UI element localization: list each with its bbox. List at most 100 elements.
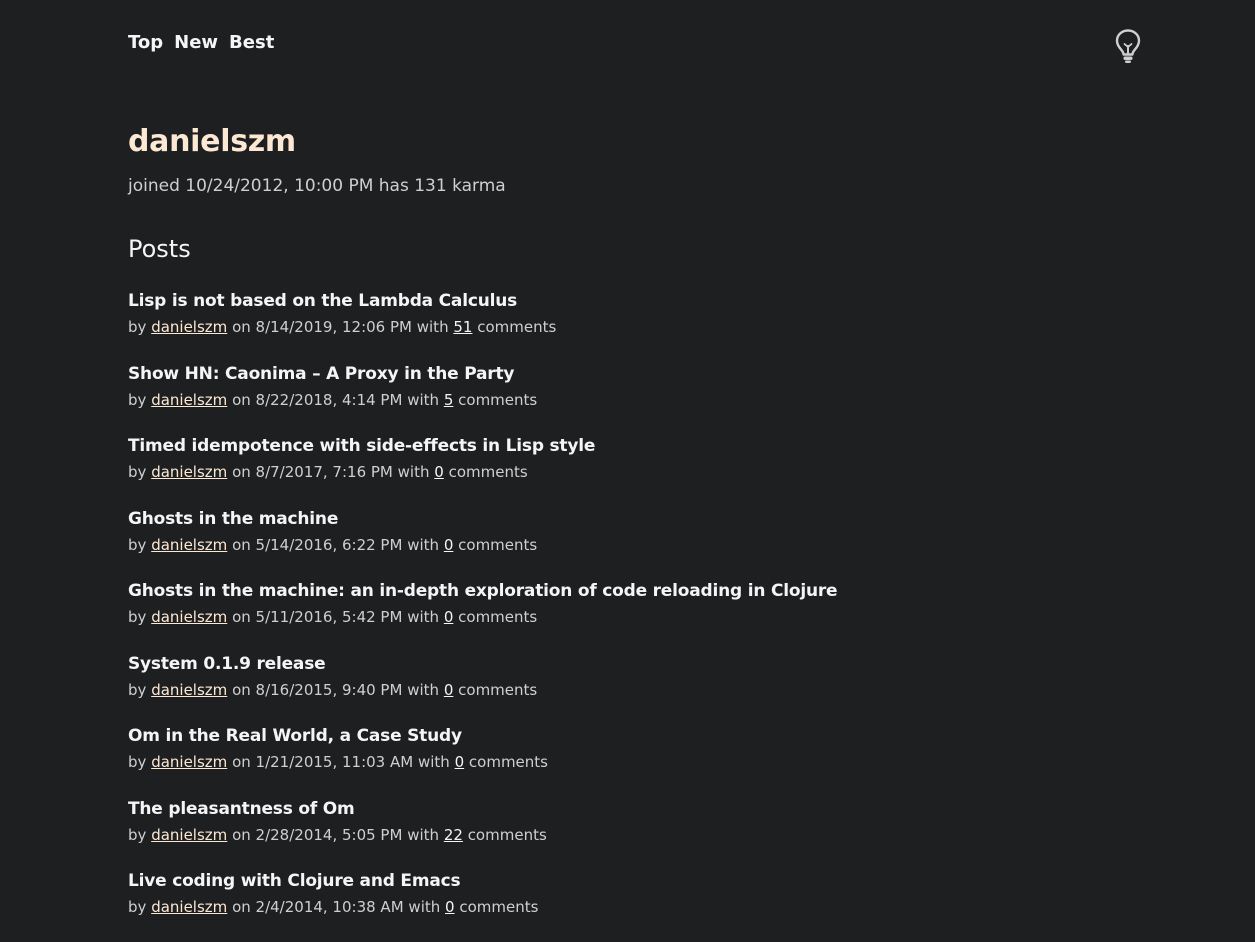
post-date: 5/14/2016, 6:22 PM <box>255 535 403 554</box>
post-title-link[interactable]: System 0.1.9 release <box>128 652 837 676</box>
theme-toggle-button[interactable] <box>1114 28 1142 64</box>
post-title-link[interactable]: Lisp is not based on the Lambda Calculus <box>128 289 837 313</box>
post-meta: by danielszm on 8/7/2017, 7:16 PM with 0… <box>128 461 837 483</box>
post-meta: by danielszm on 8/14/2019, 12:06 PM with… <box>128 316 837 338</box>
by-label: by <box>128 535 147 554</box>
post-date: 8/7/2017, 7:16 PM <box>255 463 393 481</box>
post-date: 8/22/2018, 4:14 PM <box>255 390 403 409</box>
post-meta: by danielszm on 5/14/2016, 6:22 PM with … <box>128 534 837 556</box>
post-meta: by danielszm on 2/4/2014, 10:38 AM with … <box>128 896 837 918</box>
comments-label: comments <box>459 898 539 916</box>
post-item: Ghosts in the machine: an in-depth explo… <box>128 579 838 652</box>
with-label: with <box>417 753 450 771</box>
by-label: by <box>128 898 147 916</box>
with-label: with <box>407 390 440 409</box>
post-item: Live coding with Clojure and Emacs by da… <box>128 869 837 942</box>
top-nav: Top New Best <box>128 31 274 55</box>
posts-section-title: Posts <box>128 235 191 263</box>
lightbulb-icon <box>1115 29 1141 63</box>
post-comments-count-link[interactable]: 0 <box>444 536 454 554</box>
on-label: on <box>232 753 251 771</box>
post-date: 8/16/2015, 9:40 PM <box>255 680 403 699</box>
post-author-link[interactable]: danielszm <box>151 753 227 771</box>
post-item: Ghosts in the machine by danielszm on 5/… <box>128 507 837 580</box>
on-label: on <box>232 680 251 699</box>
profile-joined-info: joined 10/24/2012, 10:00 PM has 131 karm… <box>128 176 506 196</box>
on-label: on <box>232 318 251 336</box>
on-label: on <box>232 390 251 409</box>
post-author-link[interactable]: danielszm <box>151 391 227 409</box>
post-comments-count-link[interactable]: 22 <box>444 826 463 844</box>
by-label: by <box>128 390 147 409</box>
with-label: with <box>407 680 440 699</box>
post-title-link[interactable]: The pleasantness of Om <box>128 797 837 821</box>
with-label: with <box>407 608 440 626</box>
comments-label: comments <box>467 825 547 844</box>
post-title-link[interactable]: Om in the Real World, a Case Study <box>128 724 837 748</box>
post-meta: by danielszm on 1/21/2015, 11:03 AM with… <box>128 751 837 773</box>
profile-username: danielszm <box>128 124 296 159</box>
comments-label: comments <box>458 390 538 409</box>
post-meta: by danielszm on 8/22/2018, 4:14 PM with … <box>128 389 837 411</box>
with-label: with <box>397 463 430 481</box>
post-meta: by danielszm on 2/28/2014, 5:05 PM with … <box>128 824 837 846</box>
nav-new-link[interactable]: New <box>174 31 218 55</box>
post-item: System 0.1.9 release by danielszm on 8/1… <box>128 652 837 725</box>
on-label: on <box>232 535 251 554</box>
post-item: Timed idempotence with side-effects in L… <box>128 434 837 507</box>
post-author-link[interactable]: danielszm <box>151 463 227 481</box>
by-label: by <box>128 825 147 844</box>
on-label: on <box>232 608 251 626</box>
post-author-link[interactable]: danielszm <box>151 898 227 916</box>
by-label: by <box>128 753 147 771</box>
with-label: with <box>408 898 441 916</box>
by-label: by <box>128 318 147 336</box>
comments-label: comments <box>468 753 548 771</box>
post-title-link[interactable]: Live coding with Clojure and Emacs <box>128 869 837 893</box>
by-label: by <box>128 680 147 699</box>
post-meta: by danielszm on 5/11/2016, 5:42 PM with … <box>128 606 837 628</box>
with-label: with <box>407 535 440 554</box>
nav-top-link[interactable]: Top <box>128 31 163 55</box>
post-comments-count-link[interactable]: 0 <box>444 608 454 626</box>
post-comments-count-link[interactable]: 0 <box>455 753 465 771</box>
comments-label: comments <box>458 680 538 699</box>
post-meta: by danielszm on 8/16/2015, 9:40 PM with … <box>128 679 837 701</box>
post-author-link[interactable]: danielszm <box>151 608 227 626</box>
post-author-link[interactable]: danielszm <box>151 681 227 699</box>
on-label: on <box>232 898 251 916</box>
post-author-link[interactable]: danielszm <box>151 318 227 336</box>
post-comments-count-link[interactable]: 5 <box>444 391 454 409</box>
post-author-link[interactable]: danielszm <box>151 826 227 844</box>
comments-label: comments <box>458 535 538 554</box>
on-label: on <box>232 825 251 844</box>
by-label: by <box>128 463 147 481</box>
comments-label: comments <box>458 608 538 626</box>
post-date: 5/11/2016, 5:42 PM <box>255 608 403 626</box>
posts-list: Lisp is not based on the Lambda Calculus… <box>128 289 838 942</box>
post-comments-count-link[interactable]: 0 <box>445 898 455 916</box>
post-date: 8/14/2019, 12:06 PM <box>255 318 412 336</box>
post-comments-count-link[interactable]: 51 <box>453 318 472 336</box>
post-title-link[interactable]: Timed idempotence with side-effects in L… <box>128 434 837 458</box>
on-label: on <box>232 463 251 481</box>
post-title-link[interactable]: Show HN: Caonima – A Proxy in the Party <box>128 362 837 386</box>
post-title-link[interactable]: Ghosts in the machine <box>128 507 837 531</box>
comments-label: comments <box>448 463 528 481</box>
post-date: 2/4/2014, 10:38 AM <box>255 898 404 916</box>
post-date: 2/28/2014, 5:05 PM <box>255 825 403 844</box>
nav-best-link[interactable]: Best <box>229 31 274 55</box>
by-label: by <box>128 608 147 626</box>
post-date: 1/21/2015, 11:03 AM <box>255 753 414 771</box>
post-comments-count-link[interactable]: 0 <box>444 681 454 699</box>
post-item: Show HN: Caonima – A Proxy in the Party … <box>128 362 837 435</box>
post-author-link[interactable]: danielszm <box>151 536 227 554</box>
post-item: Lisp is not based on the Lambda Calculus… <box>128 289 837 362</box>
post-comments-count-link[interactable]: 0 <box>434 463 444 481</box>
with-label: with <box>416 318 449 336</box>
post-item: The pleasantness of Om by danielszm on 2… <box>128 797 837 870</box>
post-title-link[interactable]: Ghosts in the machine: an in-depth explo… <box>128 579 838 603</box>
with-label: with <box>407 825 440 844</box>
post-item: Om in the Real World, a Case Study by da… <box>128 724 837 797</box>
comments-label: comments <box>477 318 557 336</box>
